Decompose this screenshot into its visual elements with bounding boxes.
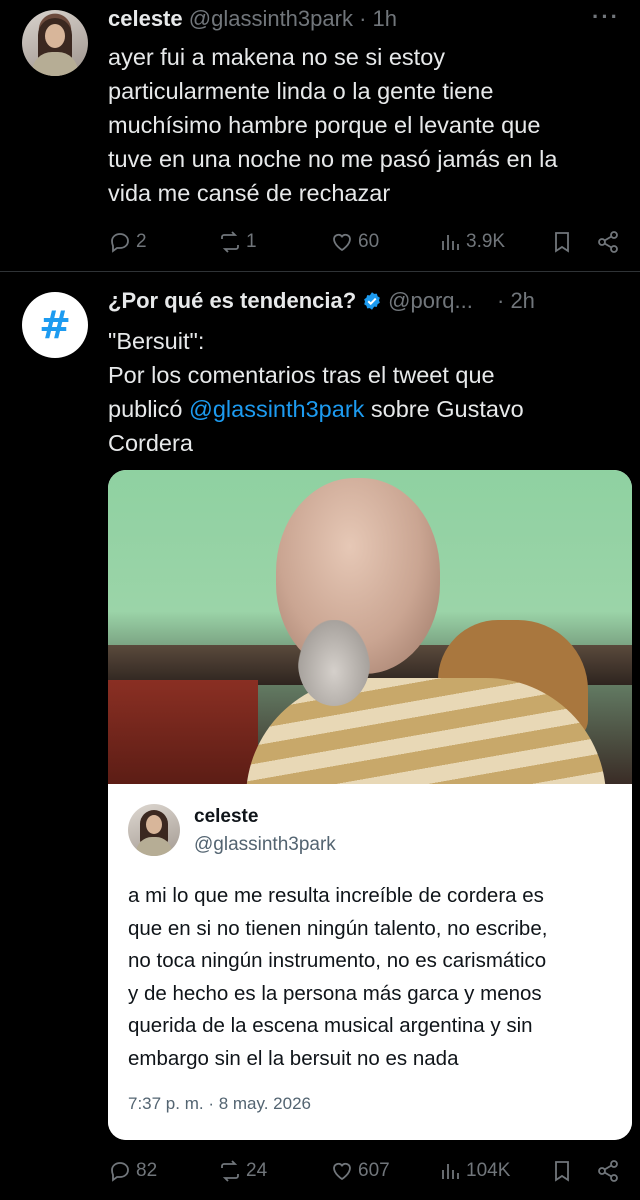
- tweet-header: ¿Por qué es tendencia? @porq... · 2h: [108, 288, 535, 314]
- views-count: 3.9K: [466, 231, 506, 252]
- repost-count: 24: [246, 1160, 268, 1181]
- media-card[interactable]: celeste @glassinth3park a mi lo que me r…: [108, 470, 632, 1140]
- like-count: 60: [358, 231, 380, 252]
- quoted-avatar: [128, 804, 180, 856]
- more-options-icon[interactable]: ···: [592, 4, 620, 30]
- trend-title: "Bersuit":: [108, 328, 205, 354]
- tweet-actions: 82 24 607 104K: [108, 1154, 628, 1188]
- tweet-photo[interactable]: [108, 470, 632, 784]
- bookmark-icon: [555, 1161, 569, 1182]
- quoted-text-line: querida de la escena musical argentina y…: [128, 1014, 533, 1037]
- tweet-time[interactable]: · 2h: [497, 288, 535, 313]
- quoted-timestamp: 7:37 p. m. · 8 may. 2026: [128, 1094, 311, 1113]
- repost-count: 1: [246, 231, 257, 252]
- quoted-author-handle: @glassinth3park: [194, 834, 336, 855]
- verified-badge-icon: [364, 292, 381, 310]
- repost-button[interactable]: 24: [218, 1159, 267, 1183]
- views-button[interactable]: 3.9K: [438, 230, 505, 254]
- tweet-time[interactable]: · 1h: [359, 6, 397, 31]
- tweet-text-line: Cordera: [108, 430, 193, 456]
- reply-icon: [111, 1162, 129, 1182]
- tweet-text-fragment: publicó: [108, 396, 189, 422]
- bookmark-icon: [555, 232, 569, 253]
- bookmark-button[interactable]: [550, 230, 574, 254]
- tweet-header: celeste @glassinth3park · 1h: [108, 6, 397, 32]
- tweet-1[interactable]: celeste @glassinth3park · 1h ··· ayer fu…: [0, 0, 640, 272]
- tweet-2[interactable]: # ¿Por qué es tendencia? @porq... · 2h "B…: [0, 272, 640, 1200]
- hashtag-icon: #: [39, 303, 71, 347]
- tweet-text-line: Por los comentarios tras el tweet que: [108, 362, 495, 388]
- like-button[interactable]: 60: [330, 230, 379, 254]
- quoted-text-line: y de hecho es la persona más garca y men…: [128, 981, 542, 1005]
- like-count: 607: [358, 1160, 390, 1181]
- reply-count: 82: [136, 1160, 158, 1181]
- author-handle[interactable]: @porq...: [388, 288, 473, 313]
- tweet-text: ayer fui a makena no se si estoy particu…: [108, 40, 628, 210]
- heart-icon: [333, 233, 351, 252]
- analytics-icon: [442, 1164, 459, 1179]
- tweet-text-fragment: sobre Gustavo: [364, 396, 524, 422]
- repost-icon: [221, 1160, 239, 1182]
- tweet-text-line: ayer fui a makena no se si estoy: [108, 44, 446, 70]
- reply-count: 2: [136, 231, 147, 252]
- analytics-icon: [442, 235, 459, 250]
- quoted-text: a mi lo que me resulta increíble de cord…: [128, 880, 618, 1075]
- share-button[interactable]: [596, 230, 620, 254]
- reply-icon: [111, 233, 129, 253]
- mention-link[interactable]: @glassinth3park: [189, 396, 364, 422]
- author-name[interactable]: celeste: [108, 6, 183, 31]
- avatar[interactable]: [22, 10, 88, 76]
- author-handle[interactable]: @glassinth3park: [189, 6, 353, 31]
- tweet-text-line: particularmente linda o la gente tiene: [108, 78, 494, 104]
- reply-button[interactable]: 82: [108, 1159, 157, 1183]
- quoted-author-name: celeste: [194, 806, 259, 827]
- tweet-text: "Bersuit": Por los comentarios tras el t…: [108, 324, 628, 460]
- quoted-text-line: no toca ningún instrumento, no es carism…: [128, 949, 547, 972]
- tweet-text-line: vida me cansé de rechazar: [108, 180, 391, 206]
- views-button[interactable]: 104K: [438, 1159, 510, 1183]
- quoted-text-line: embargo sin el la bersuit no es nada: [128, 1046, 459, 1070]
- views-count: 104K: [466, 1160, 511, 1181]
- tweet-text-line: publicó @glassinth3park sobre Gustavo: [108, 392, 628, 426]
- share-icon: [598, 1160, 618, 1182]
- tweet-text-line: tuve en una noche no me pasó jamás en la: [108, 146, 558, 172]
- bookmark-button[interactable]: [550, 1159, 574, 1183]
- quoted-text-line: que en si no tienen ningún talento, no e…: [128, 916, 548, 940]
- repost-icon: [221, 231, 239, 253]
- trending-avatar[interactable]: #: [22, 292, 88, 358]
- tweet-actions: 2 1 60 3.9K: [108, 225, 628, 259]
- heart-icon: [333, 1162, 351, 1181]
- share-icon: [598, 231, 618, 253]
- author-name[interactable]: ¿Por qué es tendencia?: [108, 288, 356, 313]
- reply-button[interactable]: 2: [108, 230, 147, 254]
- like-button[interactable]: 607: [330, 1159, 390, 1183]
- quoted-text-line: a mi lo que me resulta increíble de cord…: [128, 884, 544, 907]
- repost-button[interactable]: 1: [218, 230, 257, 254]
- share-button[interactable]: [596, 1159, 620, 1183]
- quoted-tweet-screenshot: celeste @glassinth3park a mi lo que me r…: [108, 784, 632, 1140]
- tweet-text-line: muchísimo hambre porque el levante que: [108, 112, 541, 138]
